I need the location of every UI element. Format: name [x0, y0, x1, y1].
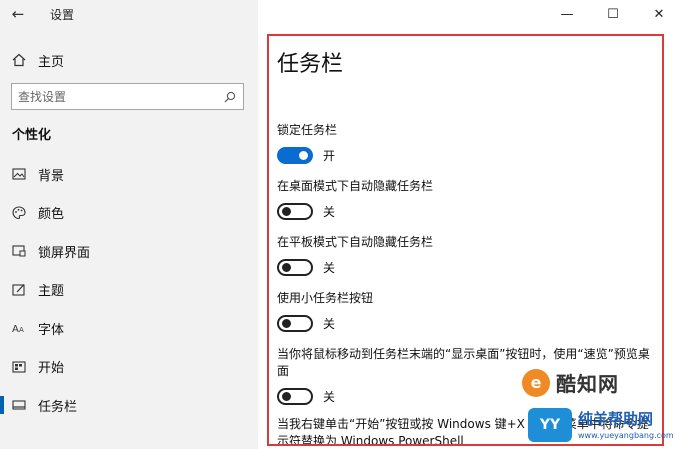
toggle-knob [299, 151, 308, 160]
sidebar-item-label: 背景 [38, 168, 65, 184]
watermark-text-group: 纯羊帮助网 www.yueyangbang.com [578, 408, 674, 440]
watermark-kuzhiwang: e 酷知网 [522, 368, 619, 397]
sidebar-item-label: 开始 [38, 361, 65, 377]
small-buttons-toggle[interactable] [277, 315, 313, 332]
font-icon: AA [0, 322, 38, 334]
sidebar-item-label: 主题 [38, 284, 65, 300]
image-icon [0, 168, 38, 180]
setting-autohide-desktop: 在桌面模式下自动隐藏任务栏 关 [277, 178, 657, 220]
search-box[interactable] [11, 83, 244, 110]
toggle-knob [282, 207, 291, 216]
start-icon [0, 361, 38, 373]
close-icon: ✕ [653, 6, 665, 22]
svg-text:A: A [19, 326, 24, 334]
taskbar-icon [0, 400, 38, 410]
toggle-state: 关 [323, 390, 336, 404]
sidebar-item-label: 锁屏界面 [38, 245, 91, 261]
close-button[interactable]: ✕ [636, 0, 682, 28]
maximize-icon: ☐ [607, 6, 619, 22]
peek-toggle[interactable] [277, 388, 313, 405]
watermark-text: 酷知网 [556, 372, 619, 396]
sidebar-item-lock-screen[interactable]: 锁屏界面 [0, 232, 258, 271]
sidebar-item-colors[interactable]: 颜色 [0, 194, 258, 233]
minimize-button[interactable]: — [544, 0, 590, 28]
back-arrow-icon: ← [11, 5, 25, 23]
titlebar-left: ← 设置 [0, 0, 258, 28]
back-button[interactable]: ← [0, 0, 36, 28]
toggle-row: 关 [277, 315, 657, 332]
setting-autohide-tablet: 在平板模式下自动隐藏任务栏 关 [277, 234, 657, 276]
setting-label: 锁定任务栏 [277, 123, 338, 137]
search-icon[interactable] [223, 90, 237, 104]
sidebar-item-start[interactable]: 开始 [0, 348, 258, 387]
maximize-button[interactable]: ☐ [590, 0, 636, 28]
setting-label: 在平板模式下自动隐藏任务栏 [277, 235, 434, 249]
toggle-row: 关 [277, 259, 657, 276]
theme-icon [0, 283, 38, 296]
toggle-knob [282, 263, 291, 272]
watermark-logo: YY [528, 408, 572, 442]
setting-label: 在桌面模式下自动隐藏任务栏 [277, 179, 434, 193]
sidebar-item-fonts[interactable]: AA 字体 [0, 309, 258, 348]
nav-home-label: 主页 [38, 54, 65, 70]
sidebar-item-label: 字体 [38, 322, 65, 338]
svg-text:A: A [12, 324, 19, 334]
toggle-row: 开 [277, 147, 657, 164]
page-title: 任务栏 [277, 52, 344, 77]
nav-home[interactable]: 主页 [0, 46, 258, 74]
sidebar-item-background[interactable]: 背景 [0, 155, 258, 194]
section-heading: 个性化 [12, 128, 52, 143]
toggle-state: 开 [323, 149, 336, 163]
search-input[interactable] [18, 89, 223, 104]
sidebar-item-label: 颜色 [38, 207, 65, 223]
window-controls: — ☐ ✕ [544, 0, 682, 28]
toggle-state: 关 [323, 317, 336, 331]
app-title: 设置 [50, 7, 75, 22]
sidebar-item-taskbar[interactable]: 任务栏 [0, 386, 258, 425]
minimize-icon: — [560, 6, 574, 22]
palette-icon [0, 206, 38, 220]
toggle-knob [282, 392, 291, 401]
lock-taskbar-toggle[interactable] [277, 147, 313, 164]
setting-label: 使用小任务栏按钮 [277, 291, 374, 305]
autohide-tablet-toggle[interactable] [277, 259, 313, 276]
watermark-text: 纯羊帮助网 [578, 410, 654, 428]
sidebar: ← 设置 主页 个性化 背景 颜色 [0, 0, 258, 449]
watermark-yueyangbang: YY 纯羊帮助网 www.yueyangbang.com [528, 408, 674, 442]
toggle-knob [282, 319, 291, 328]
sidebar-item-themes[interactable]: 主题 [0, 271, 258, 310]
nav-list: 背景 颜色 锁屏界面 主题 AA 字体 开始 任务栏 [0, 155, 258, 425]
autohide-desktop-toggle[interactable] [277, 203, 313, 220]
sidebar-item-label: 任务栏 [38, 399, 78, 415]
setting-small-buttons: 使用小任务栏按钮 关 [277, 290, 657, 332]
toggle-state: 关 [323, 205, 336, 219]
toggle-state: 关 [323, 261, 336, 275]
setting-lock-taskbar: 锁定任务栏 开 [277, 122, 657, 164]
watermark-url: www.yueyangbang.com [578, 431, 674, 440]
watermark-logo: e [522, 368, 550, 397]
toggle-row: 关 [277, 203, 657, 220]
home-icon [0, 53, 38, 67]
lock-screen-icon [0, 245, 38, 257]
